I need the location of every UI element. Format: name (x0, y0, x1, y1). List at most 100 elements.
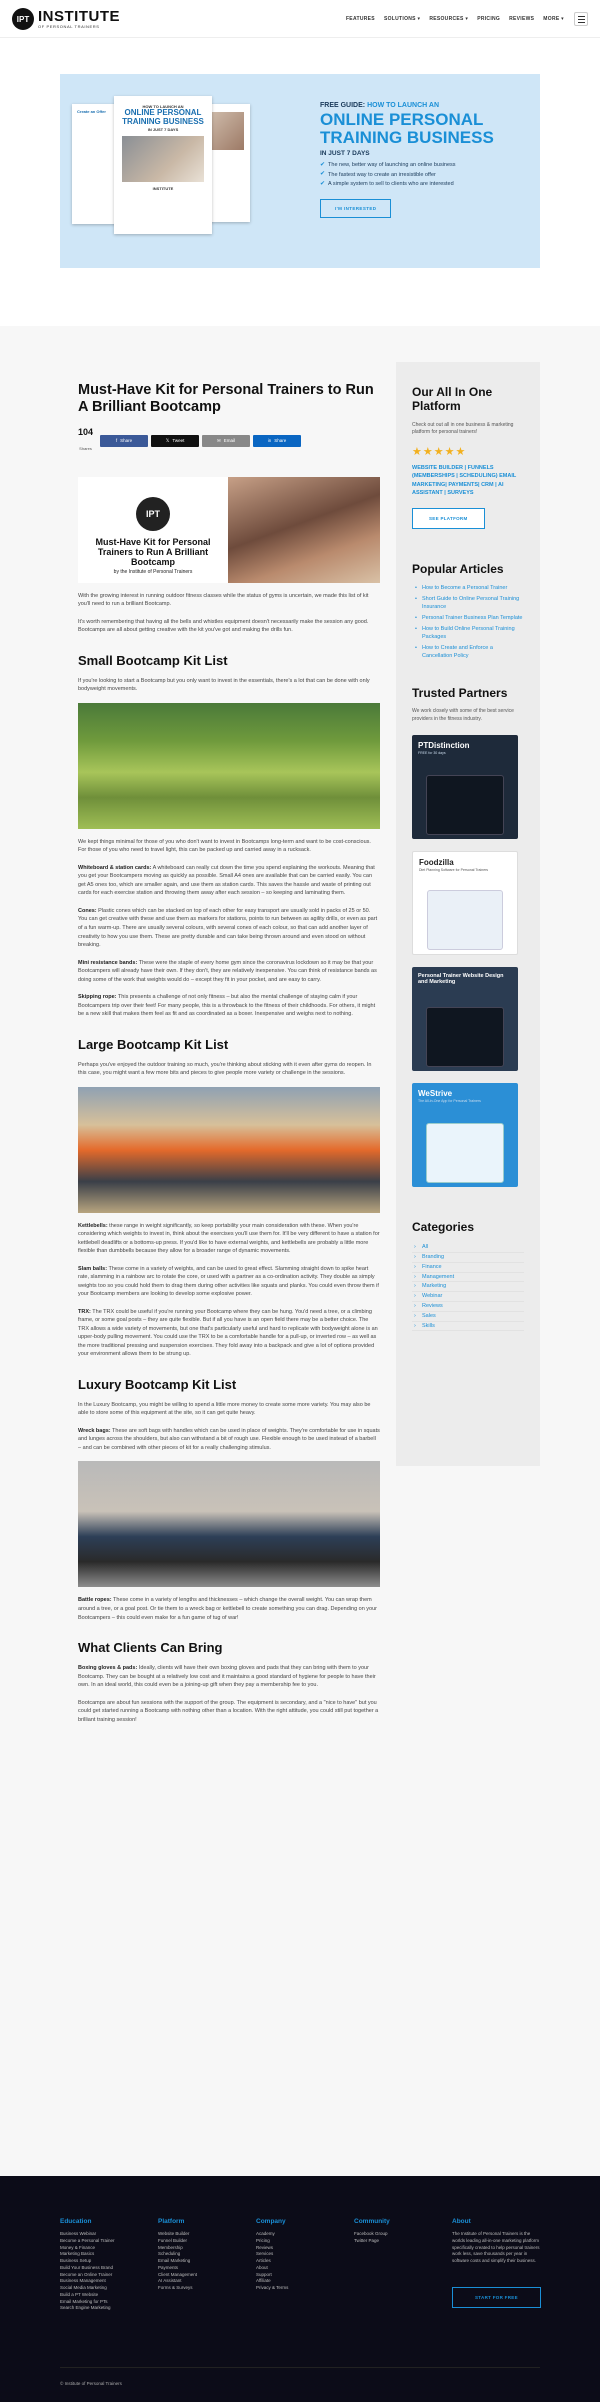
paragraph: TRX: The TRX could be useful if you're r… (78, 1308, 378, 1358)
logo-subtext: OF PERSONAL TRAINERS (38, 24, 100, 29)
footer-link[interactable]: Email Marketing for PTs (60, 2299, 150, 2306)
popular-article-link[interactable]: How to Become a Personal Trainer (412, 584, 524, 593)
paragraph: Bootcamps are about fun sessions with th… (78, 1699, 379, 1723)
footer-link[interactable]: Website Builder (158, 2231, 248, 2238)
hero-benefits: ✔ The new, better way of launching an onl… (320, 161, 520, 190)
footer-link[interactable]: Money & Finance (60, 2245, 150, 2252)
check-icon: ✔ (320, 180, 326, 187)
nav-reviews[interactable]: REVIEWS (509, 16, 534, 22)
footer-link[interactable]: Reviews (256, 2245, 346, 2252)
nav-resources[interactable]: RESOURCES ▾ (429, 16, 468, 22)
footer-link[interactable]: Build a PT Website (60, 2292, 150, 2299)
footer-link[interactable]: Scheduling (158, 2251, 248, 2258)
footer-link[interactable]: Payments (158, 2265, 248, 2272)
hero-days: IN JUST 7 DAYS (320, 149, 370, 157)
share-bar: 104 Shares f Share 𝕏 Tweet ✉ Email in Share (78, 427, 380, 455)
section-heading-small: Small Bootcamp Kit List (78, 652, 228, 668)
linkedin-share-button[interactable]: in Share (253, 434, 302, 447)
footer-link[interactable]: Twitter Page (354, 2238, 444, 2245)
section-heading-large: Large Bootcamp Kit List (78, 1036, 229, 1052)
footer-link[interactable]: Social Media Marketing (60, 2285, 150, 2292)
footer-link[interactable]: Privacy & Terms (256, 2285, 346, 2292)
footer-col-company: Company Academy Pricing Reviews Services… (256, 2218, 346, 2292)
paragraph: We kept things minimal for those of you … (78, 838, 371, 854)
footer-about-text: The Institute of Personal Trainers is th… (452, 2231, 540, 2263)
footer-heading: Education (60, 2218, 92, 2225)
hero-section: Create an Offer HOW TO LAUNCH AN ONLINE … (0, 38, 600, 326)
footer-link[interactable]: Client Management (158, 2272, 248, 2279)
popular-article-link[interactable]: Personal Trainer Business Plan Template (412, 614, 524, 623)
bootcamp-park-photo (78, 702, 380, 829)
nav-more[interactable]: MORE ▾ (543, 16, 564, 22)
footer-link[interactable]: Business Webinar (60, 2231, 150, 2238)
guide-cover-photo (122, 135, 204, 182)
platform-features: WEBSITE BUILDER | FUNNELS (MEMBERSHIPS |… (412, 464, 517, 497)
start-for-free-button[interactable]: START FOR FREE (452, 2286, 541, 2308)
footer-link[interactable]: Email Marketing (158, 2258, 248, 2265)
categories-list: All Branding Finance Management Marketin… (412, 1243, 524, 1332)
footer-link[interactable]: Funnel Builder (158, 2238, 248, 2245)
category-link[interactable]: Marketing (412, 1282, 524, 1293)
partner-ptdistinction[interactable]: PTDistinction FREE for 30 days (412, 735, 518, 840)
partner-westrive[interactable]: WeStrive The All-in-One App for Personal… (412, 1083, 518, 1188)
popular-article-link[interactable]: How to Create and Enforce a Cancellation… (412, 644, 524, 661)
footer-link[interactable]: Marketing Basics (60, 2251, 150, 2258)
nav-features[interactable]: FEATURES (346, 16, 375, 22)
footer-col-community: Community Facebook Group Twitter Page (354, 2218, 444, 2245)
twitter-share-button[interactable]: 𝕏 Tweet (151, 434, 200, 447)
popular-heading: Popular Articles (412, 561, 504, 576)
paragraph: In the Luxury Bootcamp, you might be wil… (78, 1401, 371, 1417)
hero-kicker: FREE GUIDE: HOW TO LAUNCH AN (320, 102, 440, 109)
footer-link[interactable]: Forms & Surveys (158, 2285, 248, 2292)
category-link[interactable]: Sales (412, 1312, 524, 1322)
popular-article-link[interactable]: How to Build Online Personal Training Pa… (412, 625, 524, 642)
footer-link[interactable]: Articles (256, 2258, 346, 2265)
footer-link[interactable]: Pricing (256, 2238, 346, 2245)
footer-link[interactable]: Facebook Group (354, 2231, 444, 2238)
footer-link[interactable]: Academy (256, 2231, 346, 2238)
footer-link[interactable]: Become a Personal Trainer (60, 2238, 150, 2245)
site-footer: Education Business Webinar Become a Pers… (0, 2176, 600, 2402)
hero-banner: Create an Offer HOW TO LAUNCH AN ONLINE … (60, 74, 540, 268)
footer-link[interactable]: Support (256, 2272, 346, 2279)
footer-link[interactable]: Membership (158, 2245, 248, 2252)
category-link[interactable]: All (412, 1243, 524, 1253)
footer-col-education: Education Business Webinar Become a Pers… (60, 2218, 150, 2312)
nav-pricing[interactable]: PRICING (477, 16, 500, 22)
footer-link[interactable]: Build Your Business Brand (60, 2265, 150, 2272)
partner-website-design[interactable]: Personal Trainer Website Design and Mark… (412, 967, 518, 1072)
footer-link[interactable]: Business Management (60, 2278, 150, 2285)
platform-heading: Our All In One Platform (412, 385, 493, 413)
logo-badge: IPT (12, 8, 34, 30)
popular-article-link[interactable]: Short Guide to Online Personal Training … (412, 595, 524, 612)
facebook-share-button[interactable]: f Share (100, 434, 149, 447)
hero-benefit: ✔ The fastest way to create an irresistib… (320, 170, 520, 180)
paragraph: Slam balls: These come in a variety of w… (78, 1265, 379, 1298)
site-logo[interactable]: IPT INSTITUTE OF PERSONAL TRAINERS (12, 6, 120, 32)
footer-link[interactable]: About (256, 2265, 346, 2272)
category-link[interactable]: Finance (412, 1263, 524, 1273)
footer-link[interactable]: Become an Online Trainer (60, 2272, 150, 2279)
nav-solutions[interactable]: SOLUTIONS ▾ (384, 16, 420, 22)
footer-link[interactable]: Business Setup (60, 2258, 150, 2265)
category-link[interactable]: Management (412, 1273, 524, 1283)
partner-foodzilla[interactable]: Foodzilla Diet Planning Software for Per… (412, 851, 518, 956)
paragraph: Whiteboard & station cards: A whiteboard… (78, 864, 375, 897)
category-link[interactable]: Branding (412, 1253, 524, 1263)
footer-link[interactable]: AI Assistant (158, 2278, 248, 2285)
category-link[interactable]: Webinar (412, 1292, 524, 1302)
hamburger-menu-icon[interactable] (574, 12, 588, 26)
category-link[interactable]: Skills (412, 1322, 524, 1332)
intro-paragraph: It's worth remembering that having all t… (78, 618, 369, 634)
section-heading-clients: What Clients Can Bring (78, 1640, 223, 1656)
footer-link[interactable]: Services (256, 2251, 346, 2258)
bootcamp-kettlebell-photo (78, 1086, 380, 1213)
footer-link[interactable]: Search Engine Marketing (60, 2305, 150, 2312)
footer-link[interactable]: Affiliate (256, 2278, 346, 2285)
email-share-button[interactable]: ✉ Email (202, 434, 251, 447)
see-platform-button[interactable]: SEE PLATFORM (412, 507, 485, 529)
category-link[interactable]: Reviews (412, 1302, 524, 1312)
email-icon: ✉ (217, 437, 221, 443)
im-interested-button[interactable]: I'M INTERESTED (320, 199, 392, 219)
footer-col-platform: Platform Website Builder Funnel Builder … (158, 2218, 248, 2292)
